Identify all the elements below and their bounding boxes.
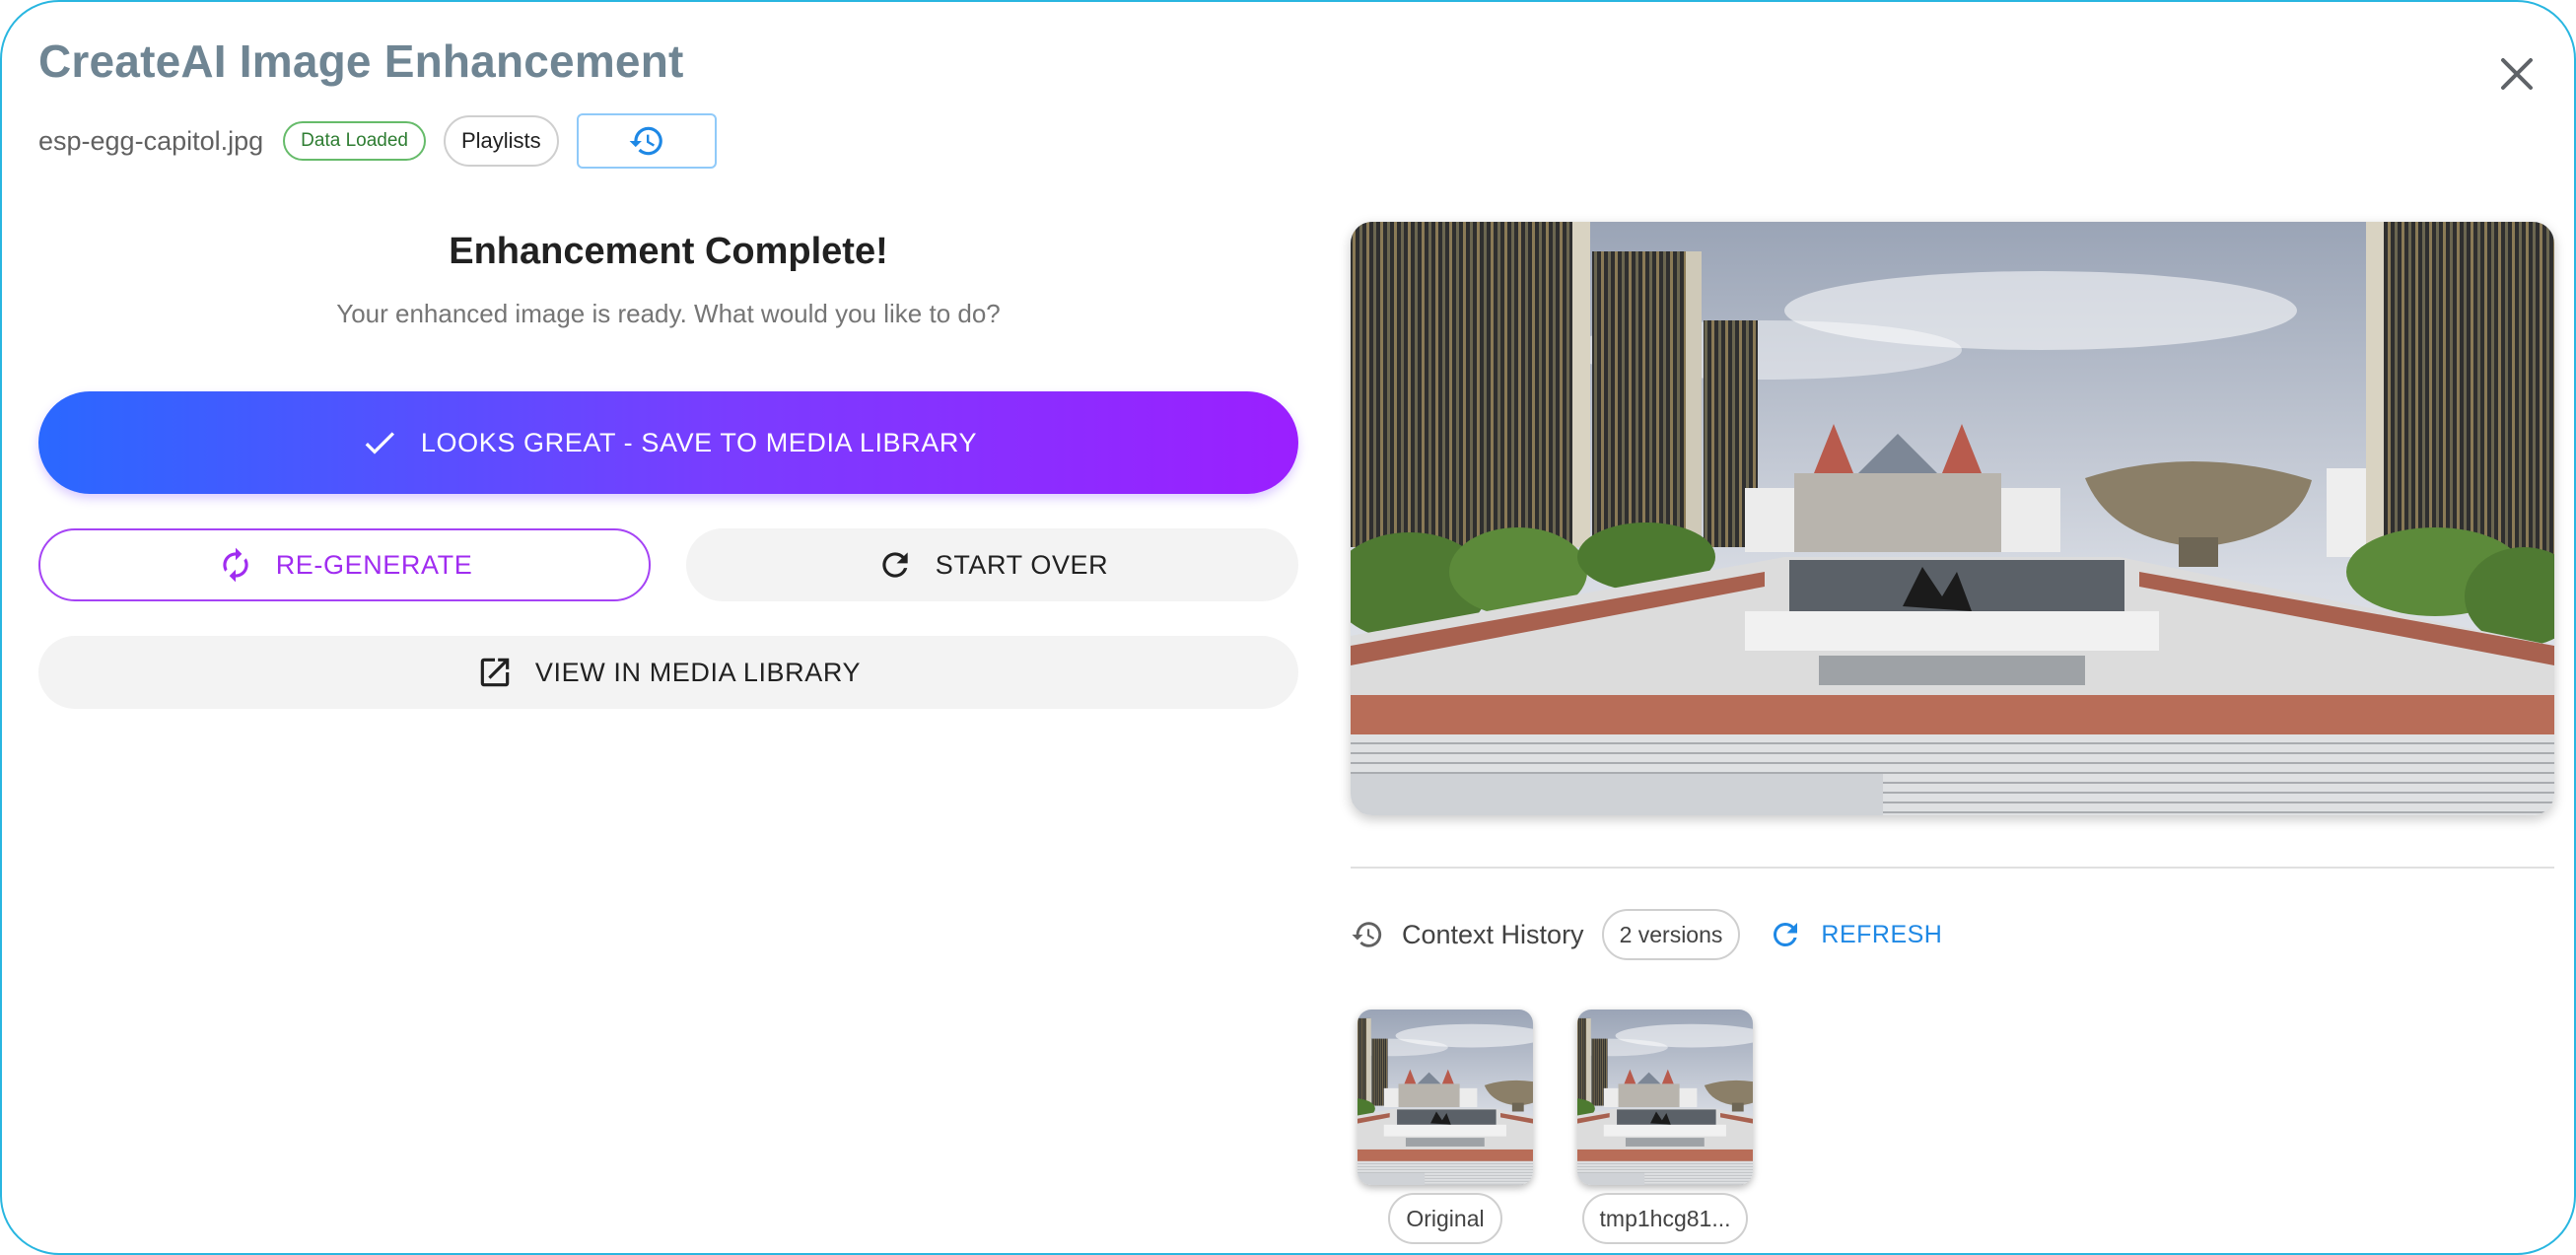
regenerate-button[interactable]: RE-GENERATE	[38, 528, 651, 601]
regenerate-label: RE-GENERATE	[275, 549, 473, 580]
version-label[interactable]: tmp1hcg81...	[1581, 1193, 1749, 1244]
version-label[interactable]: Original	[1388, 1193, 1502, 1244]
refresh-label: REFRESH	[1821, 920, 1943, 948]
version-thumbnail-enhanced[interactable]	[1577, 1010, 1753, 1185]
check-icon	[365, 432, 394, 454]
result-panel: Enhancement Complete! Your enhanced imag…	[38, 219, 1298, 709]
versions-count-chip: 2 versions	[1601, 909, 1741, 960]
view-library-label: VIEW IN MEDIA LIBRARY	[534, 657, 862, 687]
context-history-header: Context History 2 versions REFRESH	[1351, 907, 1942, 962]
history-icon	[1352, 922, 1382, 947]
history-icon	[629, 126, 662, 156]
save-to-media-library-button[interactable]: LOOKS GREAT - SAVE TO MEDIA LIBRARY	[38, 391, 1298, 494]
version-thumbnail-original[interactable]	[1358, 1010, 1533, 1185]
result-subheading: Your enhanced image is ready. What would…	[336, 299, 1001, 328]
version-item: Original	[1358, 1010, 1533, 1244]
enhanced-image-preview	[1351, 222, 2554, 815]
save-button-label: LOOKS GREAT - SAVE TO MEDIA LIBRARY	[420, 427, 978, 457]
refresh-history-button[interactable]: REFRESH	[1768, 917, 1942, 952]
open-in-new-icon	[480, 658, 510, 687]
close-icon[interactable]	[2494, 51, 2540, 97]
status-badge: Data Loaded	[283, 121, 426, 161]
filename: esp-egg-capitol.jpg	[38, 125, 264, 156]
refresh-icon	[882, 552, 908, 578]
autorenew-icon	[223, 547, 248, 583]
refresh-icon	[1774, 923, 1798, 946]
version-thumbnails: Original tmp1hcg81...	[1358, 1010, 1797, 1244]
context-history-label: Context History	[1402, 919, 1584, 949]
enhancement-dialog: CreateAI Image Enhancement esp-egg-capit…	[0, 0, 2576, 1255]
history-button[interactable]	[576, 113, 717, 169]
result-heading: Enhancement Complete!	[449, 231, 888, 272]
dialog-title: CreateAI Image Enhancement	[38, 35, 684, 87]
divider	[1351, 867, 2554, 869]
version-item: tmp1hcg81...	[1577, 1010, 1753, 1244]
view-in-media-library-button[interactable]: VIEW IN MEDIA LIBRARY	[38, 636, 1298, 709]
file-meta-row: esp-egg-capitol.jpg Data Loaded Playlist…	[38, 112, 717, 170]
start-over-button[interactable]: START OVER	[686, 528, 1298, 601]
playlists-chip[interactable]: Playlists	[443, 115, 559, 167]
start-over-label: START OVER	[935, 549, 1109, 580]
